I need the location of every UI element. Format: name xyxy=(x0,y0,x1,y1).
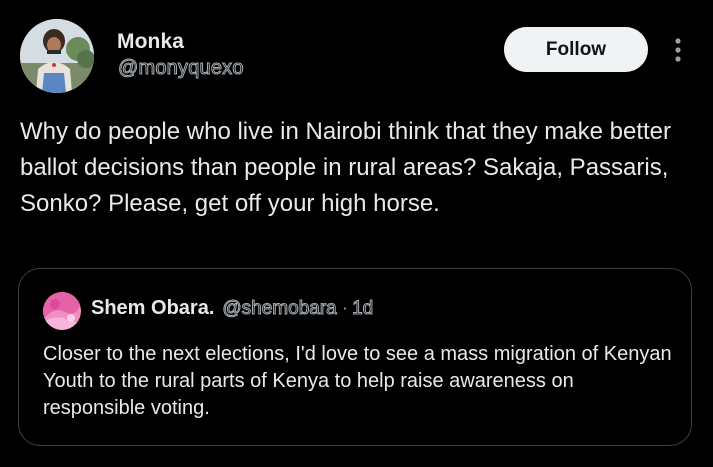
author-display-name[interactable]: Monka xyxy=(117,30,184,54)
more-vertical-icon[interactable] xyxy=(670,36,686,64)
quoted-post-card[interactable]: Shem Obara. @shemobara · 1d Closer to th… xyxy=(18,268,692,446)
post-header: Monka @monyquexo Follow xyxy=(0,0,713,110)
profile-photo-icon xyxy=(20,19,94,93)
quoted-author-display-name[interactable]: Shem Obara. xyxy=(91,297,214,320)
quoted-post-header: Shem Obara. @shemobara · 1d xyxy=(91,297,374,320)
separator-dot: · xyxy=(341,298,349,319)
pink-abstract-avatar-icon xyxy=(43,292,81,330)
post-text: Why do people who live in Nairobi think … xyxy=(20,118,672,217)
quoted-post-text: Closer to the next elections, I'd love t… xyxy=(43,343,672,419)
follow-button[interactable]: Follow xyxy=(504,27,648,72)
author-handle[interactable]: @monyquexo xyxy=(118,57,245,80)
quoted-post-timestamp[interactable]: 1d xyxy=(352,298,374,320)
author-avatar[interactable] xyxy=(20,19,94,93)
quoted-author-avatar[interactable] xyxy=(43,292,81,330)
quoted-author-handle[interactable]: @shemobara xyxy=(222,298,337,320)
